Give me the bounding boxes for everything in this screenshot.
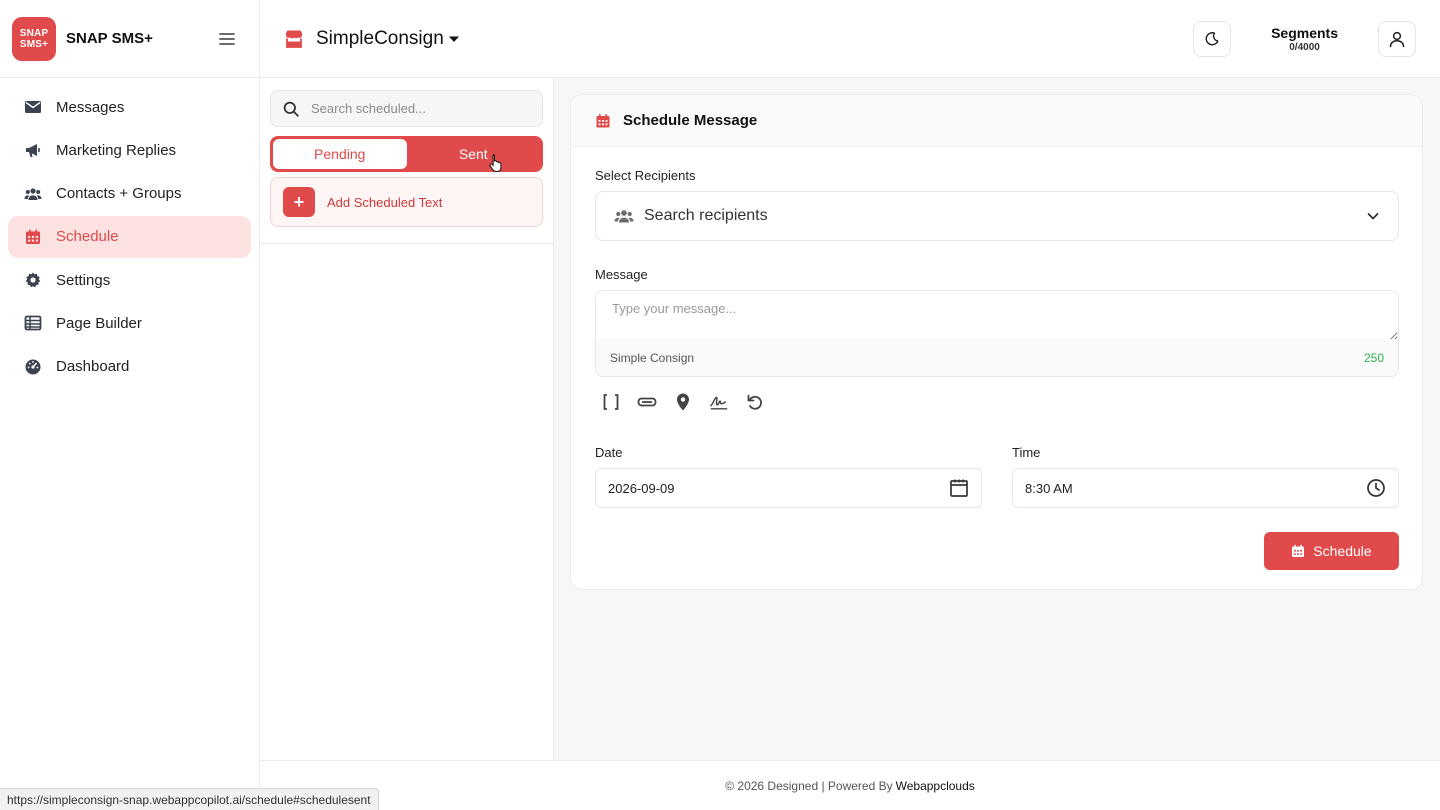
segments-label: Segments [1271,24,1338,41]
brand-name: SNAP SMS+ [66,30,153,47]
sidebar-item-label: Schedule [56,228,119,246]
sidebar-item-label: Contacts + Groups [56,185,182,203]
logo-line-1: SNAP [19,27,49,39]
calendar-picker-icon[interactable] [949,478,969,498]
recipients-select[interactable]: Search recipients [595,191,1399,241]
search-icon [283,101,299,117]
calendar-icon [24,228,42,246]
message-box: Simple Consign 250 [595,290,1399,377]
scheduled-list-controls: Pending Sent + Add Scheduled Text [260,78,553,244]
user-icon [1388,30,1406,48]
sidebar-item-label: Messages [56,98,125,116]
message-signature: Simple Consign [610,350,695,365]
date-label: Date [595,445,623,460]
brand: SNAP SMS+ SNAP SMS+ [0,0,259,78]
calendar-icon [1291,544,1305,558]
envelope-icon [24,98,42,116]
undo-icon[interactable] [745,392,765,412]
sidebar-item-marketing-replies[interactable]: Marketing Replies [8,129,251,171]
time-input[interactable]: 8:30 AM [1012,468,1399,508]
topbar: SimpleConsign Segments 0/4000 [260,0,1440,78]
app-logo[interactable]: SNAP SMS+ [12,16,56,61]
card-header: Schedule Message [571,95,1422,147]
character-count: 250 [1363,350,1384,365]
schedule-button-label: Schedule [1313,543,1372,559]
sidebar-item-label: Page Builder [56,314,142,332]
gauge-icon [24,358,42,376]
message-toolbar [601,392,765,412]
scheduled-list-panel: Pending Sent + Add Scheduled Text [260,78,554,760]
schedule-button[interactable]: Schedule [1264,532,1399,570]
message-label: Message [595,267,648,282]
sidebar-item-label: Settings [56,271,111,289]
topbar-actions: Segments 0/4000 [1193,20,1416,57]
footer-text: © 2026 Designed | Powered By [725,778,893,793]
sidebar-item-page-builder[interactable]: Page Builder [8,302,251,344]
sidebar-item-dashboard[interactable]: Dashboard [8,346,251,388]
segments-value: 0/4000 [1289,41,1320,53]
gear-icon [24,271,42,289]
moon-icon [1204,31,1220,47]
brackets-icon[interactable] [601,392,621,412]
date-value: 2026-09-09 [608,480,675,496]
chevron-down-icon [1366,209,1380,223]
recipients-placeholder: Search recipients [644,207,768,224]
footer-brand-link[interactable]: Webappclouds [896,779,975,793]
browser-status-url: https://simpleconsign-snap.webappcopilot… [0,788,379,810]
clock-icon[interactable] [1366,478,1386,498]
link-tag-icon[interactable] [637,392,657,412]
sidebar-item-settings[interactable]: Settings [8,259,251,301]
date-input[interactable]: 2026-09-09 [595,468,982,508]
sidebar: SNAP SMS+ SNAP SMS+ Messages Marketing Re… [0,0,260,810]
store-selector[interactable]: SimpleConsign [316,28,444,50]
recipients-label: Select Recipients [595,168,696,183]
table-list-icon [24,314,42,332]
search-scheduled [270,90,543,127]
pointer-cursor-icon [489,154,502,172]
tab-pending[interactable]: Pending [273,139,407,169]
location-pin-icon[interactable] [673,392,693,412]
plus-icon: + [283,187,315,217]
user-profile-button[interactable] [1378,20,1416,57]
tab-sent[interactable]: Sent [407,139,541,169]
sidebar-item-contacts-groups[interactable]: Contacts + Groups [8,173,251,215]
sidebar-item-schedule[interactable]: Schedule [8,215,251,258]
add-scheduled-text-label: Add Scheduled Text [327,194,443,210]
caret-down-icon[interactable] [448,33,460,45]
dark-mode-toggle[interactable] [1193,20,1232,57]
footer: © 2026 Designed | Powered By Webappcloud… [260,760,1440,810]
logo-line-2: SMS+ [19,38,49,50]
users-icon [614,208,634,224]
sidebar-item-messages[interactable]: Messages [8,86,251,128]
message-textarea[interactable] [596,291,1398,341]
store-icon [284,29,304,49]
sidebar-item-label: Dashboard [56,358,130,376]
search-scheduled-input[interactable] [311,101,511,116]
sidebar-nav: Messages Marketing Replies Contacts + Gr… [0,78,259,397]
schedule-message-card: Schedule Message Select Recipients Searc… [570,94,1423,590]
users-icon [24,185,42,203]
signature-icon[interactable] [709,392,729,412]
add-scheduled-text-button[interactable]: + Add Scheduled Text [270,177,543,227]
card-title: Schedule Message [623,112,758,129]
time-value: 8:30 AM [1025,480,1073,496]
megaphone-icon [24,141,42,159]
calendar-icon [595,113,611,129]
message-footer: Simple Consign 250 [596,339,1398,376]
hamburger-menu-icon[interactable] [217,29,237,49]
sidebar-item-label: Marketing Replies [56,141,177,159]
segments-counter: Segments 0/4000 [1271,25,1338,53]
time-label: Time [1012,445,1041,460]
